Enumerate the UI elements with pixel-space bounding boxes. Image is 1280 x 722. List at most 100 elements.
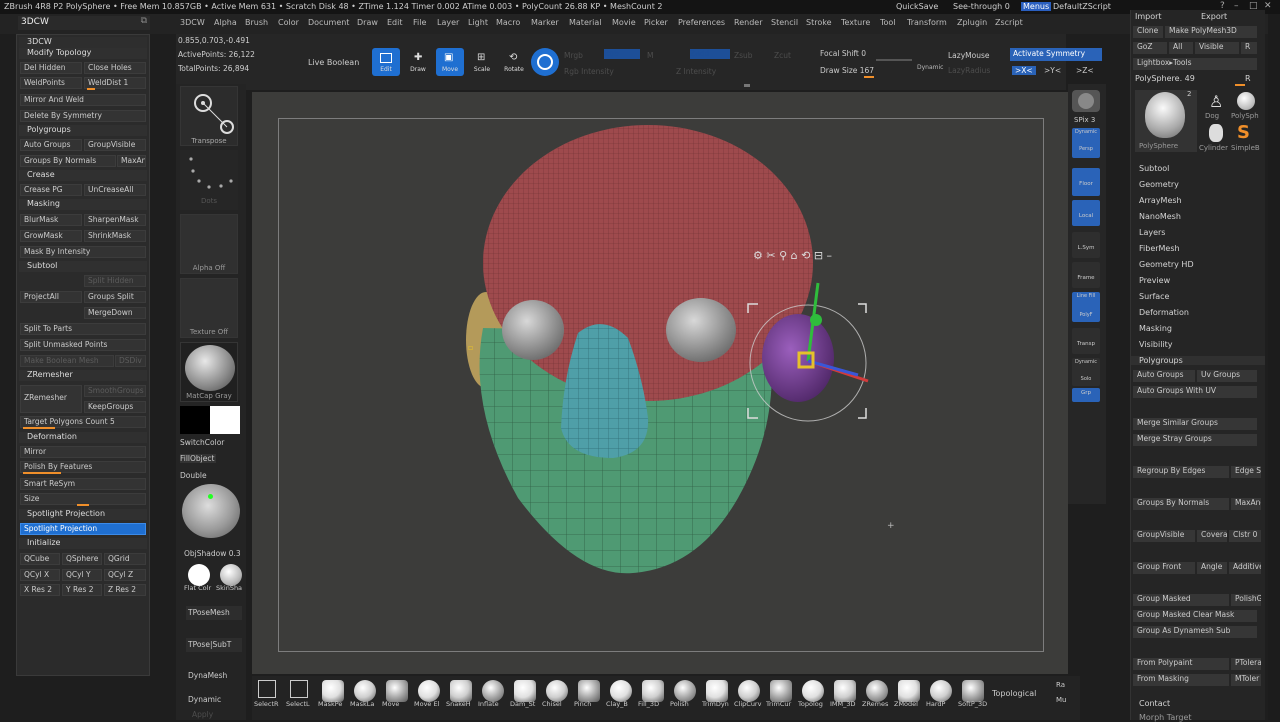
- deformation-header[interactable]: Deformation: [19, 432, 147, 443]
- menu-tool[interactable]: Tool: [880, 18, 896, 27]
- brush-maskpe-icon[interactable]: [322, 680, 344, 702]
- clone-button[interactable]: Clone: [1133, 26, 1163, 38]
- project-all-button[interactable]: ProjectAll: [20, 291, 82, 303]
- rotate-button[interactable]: ⟲ Rotate: [500, 48, 528, 76]
- additive-toggle[interactable]: Additive: [1229, 562, 1261, 574]
- polygroups-header[interactable]: Polygroups: [19, 125, 147, 136]
- apply-button[interactable]: Apply: [192, 710, 213, 719]
- z-res-slider[interactable]: Z Res 2: [104, 584, 146, 596]
- goz-visible-button[interactable]: Visible: [1195, 42, 1239, 54]
- quicksave-button[interactable]: QuickSave: [896, 2, 938, 11]
- groups-by-normals-button[interactable]: Groups By Normals: [1133, 498, 1229, 510]
- mirror-button[interactable]: Mirror: [20, 446, 146, 458]
- menu-brush[interactable]: Brush: [245, 18, 268, 27]
- model-canvas[interactable]: ⚙ ✂ ⚲ ⌂ ⟲ ⊟ – + ▫: [278, 118, 1044, 652]
- polygroups-menu[interactable]: Polygroups: [1131, 356, 1265, 365]
- qsphere-button[interactable]: QSphere: [62, 553, 102, 565]
- qcyl-y-button[interactable]: QCyl Y: [62, 569, 102, 581]
- radius-slider[interactable]: Ra: [1056, 681, 1065, 689]
- blur-mask-button[interactable]: BlurMask: [20, 214, 82, 226]
- goz-r-button[interactable]: R: [1241, 42, 1257, 54]
- menu-movie[interactable]: Movie: [612, 18, 636, 27]
- auto-groups-button[interactable]: Auto Groups: [1133, 370, 1195, 382]
- palette-selector[interactable]: 3DCW ⧉: [18, 16, 150, 30]
- dynamesh-button[interactable]: DynaMesh: [188, 671, 227, 680]
- group-visible-button[interactable]: GroupVisible: [84, 139, 146, 151]
- primary-color-swatch[interactable]: [210, 406, 240, 434]
- brush-polish-icon[interactable]: [674, 680, 696, 702]
- make-boolean-mesh-button[interactable]: Make Boolean Mesh: [20, 355, 114, 367]
- brush-trimcur-icon[interactable]: [770, 680, 792, 702]
- polish-groups-slider[interactable]: PolishG: [1231, 594, 1261, 606]
- symmetry-x-button[interactable]: >X<: [1012, 66, 1036, 75]
- uncrease-all-button[interactable]: UnCreaseAll: [84, 184, 146, 196]
- group-as-dynamesh-sub-button[interactable]: Group As Dynamesh Sub: [1133, 626, 1257, 638]
- group-visible-button[interactable]: GroupVisible: [1133, 530, 1195, 542]
- brush-dam-st-icon[interactable]: [514, 680, 536, 702]
- polypaint-tolerance-slider[interactable]: PTolera: [1231, 658, 1261, 670]
- z-intensity-slider[interactable]: Z Intensity: [676, 67, 716, 76]
- menu-stroke[interactable]: Stroke: [806, 18, 832, 27]
- spotlight-projection-button[interactable]: Spotlight Projection: [20, 523, 146, 535]
- activate-symmetry-button[interactable]: Activate Symmetry: [1010, 48, 1102, 61]
- menu-draw[interactable]: Draw: [357, 18, 378, 27]
- brush-softp-3d-icon[interactable]: [962, 680, 984, 702]
- shrink-mask-button[interactable]: ShrinkMask: [84, 230, 146, 242]
- geometry-hd-menu[interactable]: Geometry HD: [1139, 260, 1194, 269]
- close-icon[interactable]: ✕: [1264, 1, 1272, 11]
- material-thumb[interactable]: MatCap Gray: [180, 342, 238, 402]
- uv-groups-button[interactable]: Uv Groups: [1197, 370, 1257, 382]
- contact-menu[interactable]: Contact: [1139, 699, 1170, 708]
- see-through-slider[interactable]: See-through 0: [953, 2, 1010, 11]
- split-hidden-button[interactable]: Split Hidden: [84, 275, 146, 287]
- morph-target-menu[interactable]: Morph Target: [1139, 713, 1192, 722]
- brush-chisel-icon[interactable]: [546, 680, 568, 702]
- brush-imm-3d-icon[interactable]: [834, 680, 856, 702]
- zcut-button[interactable]: Zcut: [774, 51, 791, 60]
- deformation-menu[interactable]: Deformation: [1139, 308, 1189, 317]
- modify-topology-header[interactable]: Modify Topology: [19, 48, 147, 59]
- brush-trimdyn-icon[interactable]: [706, 680, 728, 702]
- from-polypaint-button[interactable]: From Polypaint: [1133, 658, 1229, 670]
- del-hidden-button[interactable]: Del Hidden: [20, 62, 82, 74]
- brush-inflate-icon[interactable]: [482, 680, 504, 702]
- mirror-and-weld-button[interactable]: Mirror And Weld: [20, 94, 146, 106]
- nanomesh-menu[interactable]: NanoMesh: [1139, 212, 1181, 221]
- polyf-button[interactable]: Line Fill PolyF: [1072, 292, 1100, 322]
- crease-pg-button[interactable]: Crease PG: [20, 184, 82, 196]
- menu-zscript[interactable]: Zscript: [995, 18, 1023, 27]
- lsym-button[interactable]: L.Sym: [1072, 232, 1100, 258]
- gizmo-settings-icon[interactable]: ⚙ ✂ ⚲ ⌂ ⟲ ⊟ –: [753, 249, 832, 262]
- tool-r-button[interactable]: R: [1245, 74, 1251, 83]
- brush-topolog-icon[interactable]: [802, 680, 824, 702]
- transpose-thumb[interactable]: Transpose: [180, 86, 238, 146]
- brush-clay-b-icon[interactable]: [610, 680, 632, 702]
- draw-size-slider[interactable]: Draw Size 167: [820, 66, 874, 75]
- brush-move-icon[interactable]: [386, 680, 408, 702]
- live-boolean-button[interactable]: Live Boolean: [308, 58, 359, 67]
- fibermesh-menu[interactable]: FiberMesh: [1139, 244, 1180, 253]
- menus-button[interactable]: Menus: [1021, 2, 1052, 11]
- grp-button[interactable]: Grp: [1072, 388, 1100, 402]
- initialize-header[interactable]: Initialize: [19, 538, 147, 549]
- symmetry-z-button[interactable]: >Z<: [1076, 66, 1094, 75]
- mask-tolerance-slider[interactable]: MToler: [1231, 674, 1261, 686]
- zsub-button[interactable]: Zsub: [734, 51, 753, 60]
- keep-groups-button[interactable]: KeepGroups: [84, 401, 146, 413]
- menu-texture[interactable]: Texture: [841, 18, 870, 27]
- brush-zremes-icon[interactable]: [866, 680, 888, 702]
- group-masked-button[interactable]: Group Masked: [1133, 594, 1229, 606]
- menu-3dcw[interactable]: 3DCW: [180, 18, 205, 27]
- groups-by-normals-button[interactable]: Groups By Normals: [20, 155, 116, 167]
- focal-shift-slider[interactable]: Focal Shift 0: [820, 49, 866, 58]
- subtool-menu[interactable]: Subtool: [1139, 164, 1169, 173]
- tpose-subt-button[interactable]: TPose|SubT: [186, 638, 242, 652]
- delete-by-symmetry-button[interactable]: Delete By Symmetry: [20, 110, 146, 122]
- tool-thumb-simplebrush[interactable]: S SimpleB: [1231, 122, 1261, 152]
- default-script-button[interactable]: DefaultZScript: [1053, 2, 1111, 11]
- groups-split-button[interactable]: Groups Split: [84, 291, 146, 303]
- tpose-mesh-button[interactable]: TPoseMesh: [186, 606, 242, 620]
- move-button[interactable]: ▣ Move: [436, 48, 464, 76]
- group-masked-clear-mask-button[interactable]: Group Masked Clear Mask: [1133, 610, 1257, 622]
- objshadow-slider[interactable]: ObjShadow 0.3: [184, 549, 241, 558]
